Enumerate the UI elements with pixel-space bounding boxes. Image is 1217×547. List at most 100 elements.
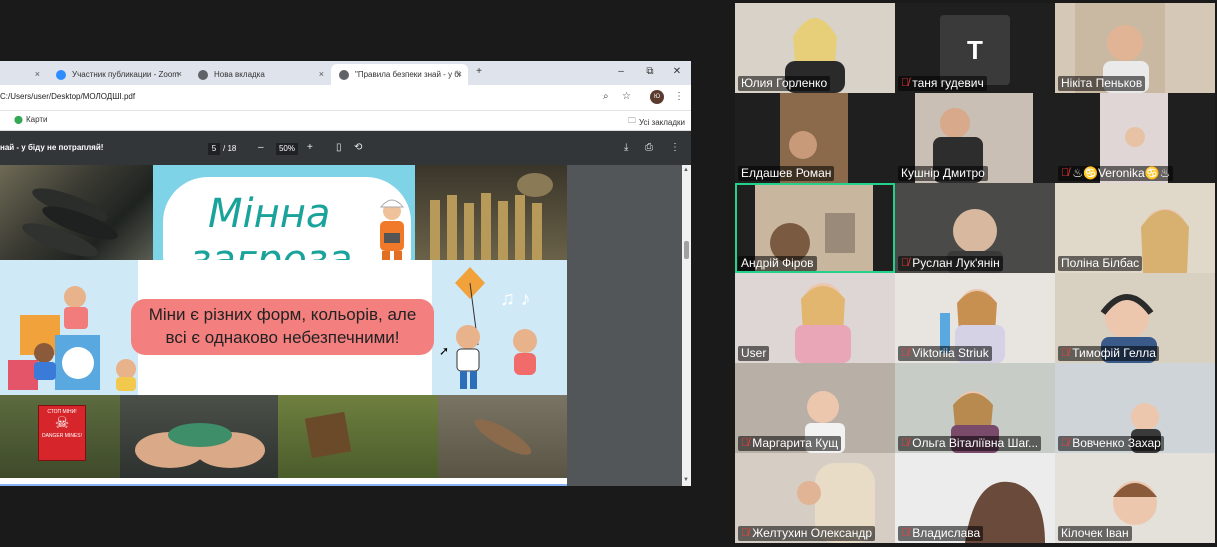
browser-tab-1[interactable]: × — [0, 64, 46, 85]
bookmark-label: Карти — [25, 115, 48, 124]
participant-tile[interactable]: 🎙̸ Руслан Лук'янін — [895, 183, 1055, 273]
shared-screen: × Участник публикации - Zoom × Нова вкла… — [0, 61, 691, 486]
globe-favicon-icon — [339, 69, 349, 80]
tab-close-icon[interactable]: × — [457, 69, 462, 79]
browser-tab-bar: × Участник публикации - Zoom × Нова вкла… — [0, 61, 691, 85]
participant-name: Нікіта Пеньков — [1058, 76, 1146, 91]
browser-tab-pdf[interactable]: "Правила безпеки знай - у бі × — [331, 64, 468, 85]
participant-tile[interactable]: Юлия Горленко — [735, 3, 895, 93]
participant-tile[interactable]: Кілочек Іван — [1055, 453, 1215, 543]
address-bar[interactable]: C:/Users/user/Desktop/МОЛОДШІ.pdf ⌕ ☆ Ю … — [0, 85, 691, 111]
bookmark-star-icon[interactable]: ☆ — [622, 91, 631, 102]
hands-mine-photo-image — [120, 395, 278, 478]
zoom-in-button[interactable]: + — [307, 142, 313, 153]
name-text: User — [741, 346, 767, 360]
participant-tile[interactable]: Нікіта Пеньков — [1055, 3, 1215, 93]
participant-tile[interactable]: 🎙̸ Тимофій Гелла — [1055, 273, 1215, 363]
participant-tile[interactable]: 🎙̸ Желтухин Олександр — [735, 453, 895, 543]
name-text: Viktoriia Striuk — [912, 346, 989, 360]
kids-playing-illustration-icon — [8, 286, 136, 391]
participant-name: 🎙̸ Viktoriia Striuk — [898, 346, 992, 361]
participant-tile[interactable]: 🎙̸ Маргарита Кущ — [735, 363, 895, 453]
zoom-lens-icon[interactable]: ⌕ — [603, 91, 609, 102]
close-window-button[interactable]: ✕ — [670, 66, 684, 77]
shell-ground-photo-image — [438, 395, 567, 478]
fit-page-icon[interactable]: ▯ — [336, 142, 342, 153]
mic-muted-icon: 🎙̸ — [741, 437, 750, 449]
mine-sign-photo-image: СТОП МІНИ! ☠ DANGER MINES! — [0, 395, 120, 478]
scroll-down-icon[interactable]: ▼ — [683, 477, 689, 483]
tab-close-icon[interactable]: × — [177, 69, 182, 79]
bubble-line1: Міни є різних форм, кольорів, але — [148, 305, 417, 324]
browser-tab-zoom[interactable]: Участник публикации - Zoom × — [48, 64, 188, 85]
shells-photo-image — [415, 165, 567, 260]
name-text: ♨♋Veronika♋♨ — [1072, 166, 1171, 180]
svg-text:♫ ♪: ♫ ♪ — [500, 288, 531, 310]
participant-tile[interactable]: T 🎙̸ таня гудевич — [895, 3, 1055, 93]
participant-name: Кушнір Дмитро — [898, 166, 988, 181]
tab-label: "Правила безпеки знай - у бі — [355, 70, 461, 79]
shells-icon — [22, 188, 118, 257]
participant-name: 🎙̸ ♨♋Veronika♋♨ — [1058, 166, 1174, 181]
name-text: Кушнір Дмитро — [901, 166, 985, 180]
zoom-level-input[interactable]: 50% — [276, 143, 298, 155]
participant-tile[interactable]: 🎙̸ Владислава — [895, 453, 1055, 543]
name-text: Желтухин Олександр — [752, 526, 872, 540]
participant-tile[interactable]: 🎙̸ Вовченко Захар — [1055, 363, 1215, 453]
page-total: / 18 — [223, 144, 237, 153]
pdf-toolbar: най - у біду не потрапляй! 5 / 18 – 50% … — [0, 131, 691, 165]
zoom-out-button[interactable]: – — [258, 142, 264, 153]
browser-tab-new[interactable]: Нова вкладка × — [190, 64, 330, 85]
buried-shell-icon — [474, 419, 532, 455]
bookmark-all[interactable]: 🗀 Усі закладки — [628, 115, 685, 129]
scroll-up-icon[interactable]: ▲ — [683, 167, 689, 173]
tab-close-icon[interactable]: × — [319, 69, 324, 79]
participant-tile[interactable]: 🎙̸ Ольга Віталіївна Шаг... — [895, 363, 1055, 453]
maps-icon: ⬤ — [14, 115, 23, 124]
bookmarks-bar: ⬤ Карти 🗀 Усі закладки — [0, 111, 691, 131]
download-icon[interactable]: ⤓ — [624, 142, 628, 153]
tab-close-icon[interactable]: × — [35, 69, 40, 79]
participant-name: 🎙̸ Руслан Лук'янін — [898, 256, 1003, 271]
new-tab-button[interactable]: + — [472, 66, 486, 77]
participant-tile[interactable]: 🎙̸ Viktoriia Striuk — [895, 273, 1055, 363]
participant-name: 🎙̸ Ольга Віталіївна Шаг... — [898, 436, 1042, 451]
mic-muted-icon: 🎙̸ — [901, 437, 910, 449]
mic-muted-icon: 🎙̸ — [1061, 167, 1070, 179]
pdf-scrollbar[interactable]: ▲ ▼ — [682, 165, 691, 486]
participant-name: Кілочек Іван — [1058, 526, 1132, 541]
restore-button[interactable]: ⧉ — [643, 66, 657, 77]
chrome-favicon-icon — [198, 69, 208, 80]
mic-muted-icon: 🎙̸ — [901, 347, 910, 359]
name-text: Нікіта Пеньков — [1061, 76, 1143, 90]
participant-tile[interactable]: 🎙̸ ♨♋Veronika♋♨ — [1055, 93, 1215, 183]
url-text[interactable]: C:/Users/user/Desktop/МОЛОДШІ.pdf — [0, 92, 135, 101]
page-number-input[interactable]: 5 — [208, 143, 220, 155]
mic-muted-icon: 🎙̸ — [1061, 437, 1070, 449]
menu-kebab-icon[interactable]: ⋮ — [674, 91, 684, 102]
participant-tile[interactable]: Кушнір Дмитро — [895, 93, 1055, 183]
participant-tile[interactable]: Елдашев Роман — [735, 93, 895, 183]
name-text: Маргарита Кущ — [752, 436, 839, 450]
scroll-thumb[interactable] — [684, 241, 689, 259]
mic-muted-icon: 🎙̸ — [741, 527, 750, 539]
more-options-icon[interactable]: ⋮ — [670, 142, 680, 153]
rusted-mine-photo-image — [278, 395, 438, 478]
bookmark-maps[interactable]: ⬤ Карти — [14, 115, 47, 124]
participant-tile[interactable]: User — [735, 273, 895, 363]
participant-tile[interactable]: Поліна Білбас — [1055, 183, 1215, 273]
zoom-favicon-icon — [56, 69, 66, 80]
participant-name: User — [738, 346, 770, 361]
participant-tile-active-speaker[interactable]: Андрій Фіров — [735, 183, 895, 273]
pdf-viewer[interactable]: Мінна загроза — [0, 165, 691, 486]
profile-avatar[interactable]: Ю — [650, 90, 664, 104]
minimize-button[interactable]: – — [614, 66, 628, 77]
participant-name: 🎙̸ Вовченко Захар — [1058, 436, 1164, 451]
hands-with-mine-icon — [135, 423, 265, 468]
pdf-page: Мінна загроза — [0, 165, 567, 484]
name-text: Руслан Лук'янін — [912, 256, 1000, 270]
print-icon[interactable]: ⎙ — [645, 142, 653, 153]
name-text: Поліна Білбас — [1061, 256, 1140, 270]
warning-bubble: Міни є різних форм, кольорів, але всі є … — [131, 299, 434, 355]
rotate-icon[interactable]: ⟲ — [354, 142, 362, 153]
